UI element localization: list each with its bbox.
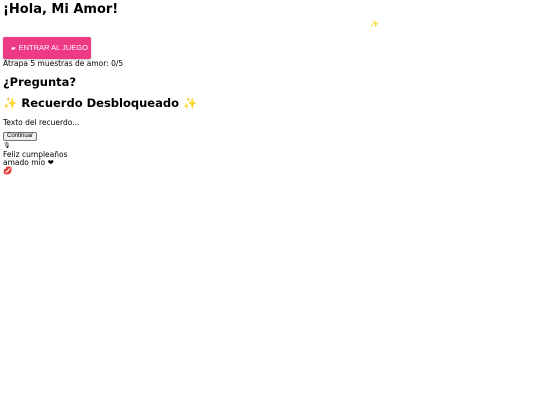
game-icon: ▰ (11, 46, 16, 52)
memory-unlocked-title: ✨ Recuerdo Desbloqueado ✨ (3, 96, 197, 110)
enter-game-button[interactable]: ▰ ENTRAR AL JUEGO (3, 37, 91, 59)
page-title: ¡Hola, Mi Amor! (3, 2, 119, 17)
memory-title-label: Recuerdo Desbloqueado (21, 96, 179, 110)
memory-text: Texto del recuerdo... (3, 118, 80, 127)
catch-counter-text: Atrapa 5 muestras de amor: 0/5 (3, 59, 124, 68)
enter-game-label: ENTRAR AL JUEGO (18, 43, 88, 52)
question-title: ¿Pregunta? (3, 75, 77, 89)
sparkles-icon: ✨ (183, 96, 198, 110)
sparkles-icon: ✨ (3, 96, 18, 110)
microphone-icon: 🎙 (3, 142, 11, 149)
kiss-icon: 💋 (3, 166, 13, 175)
sparkles-icon: ✨ (370, 20, 379, 28)
continue-button[interactable]: Continuar (3, 132, 38, 141)
